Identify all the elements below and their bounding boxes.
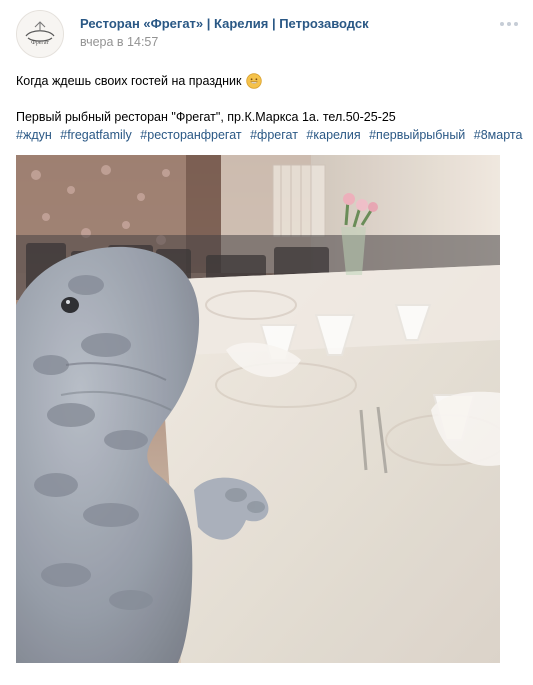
grinning-face-emoji-icon [246, 73, 263, 89]
avatar[interactable]: Фрегат [16, 10, 64, 58]
post-card: Фрегат Ресторан «Фрегат» | Карелия | Пет… [0, 0, 533, 685]
hashtag-link[interactable]: #фрегат [250, 128, 298, 142]
author-link[interactable]: Ресторан «Фрегат» | Карелия | Петрозавод… [80, 16, 369, 31]
post-time[interactable]: вчера в 14:57 [80, 35, 158, 49]
post-text-line-2: Первый рыбный ресторан "Фрегат", пр.К.Ма… [16, 110, 396, 124]
post-text: Когда ждешь своих гостей на праздник Пер… [16, 72, 522, 144]
avatar-logo-text: Фрегат [31, 40, 49, 46]
more-dot [507, 22, 511, 26]
hashtag-link[interactable]: #первыйрыбный [369, 128, 465, 142]
hashtag-link[interactable]: #ресторанфрегат [140, 128, 241, 142]
more-dot [514, 22, 518, 26]
hashtag-link[interactable]: #fregatfamily [60, 128, 132, 142]
hashtag-link[interactable]: #ждун [16, 128, 52, 142]
post-text-line-1: Когда ждешь своих гостей на праздник [16, 74, 242, 88]
post-photo[interactable] [16, 155, 500, 663]
photo-image-icon [16, 155, 500, 663]
restaurant-logo-icon: Фрегат [17, 11, 63, 57]
post-line-1: Когда ждешь своих гостей на праздник [16, 72, 516, 90]
more-options-icon[interactable] [497, 16, 521, 32]
more-dot [500, 22, 504, 26]
hashtags: #ждун #fregatfamily #ресторанфрегат #фре… [16, 126, 522, 144]
hashtag-link[interactable]: #карелия [306, 128, 360, 142]
post-header: Фрегат Ресторан «Фрегат» | Карелия | Пет… [0, 0, 533, 64]
hashtag-link[interactable]: #8марта [474, 128, 523, 142]
